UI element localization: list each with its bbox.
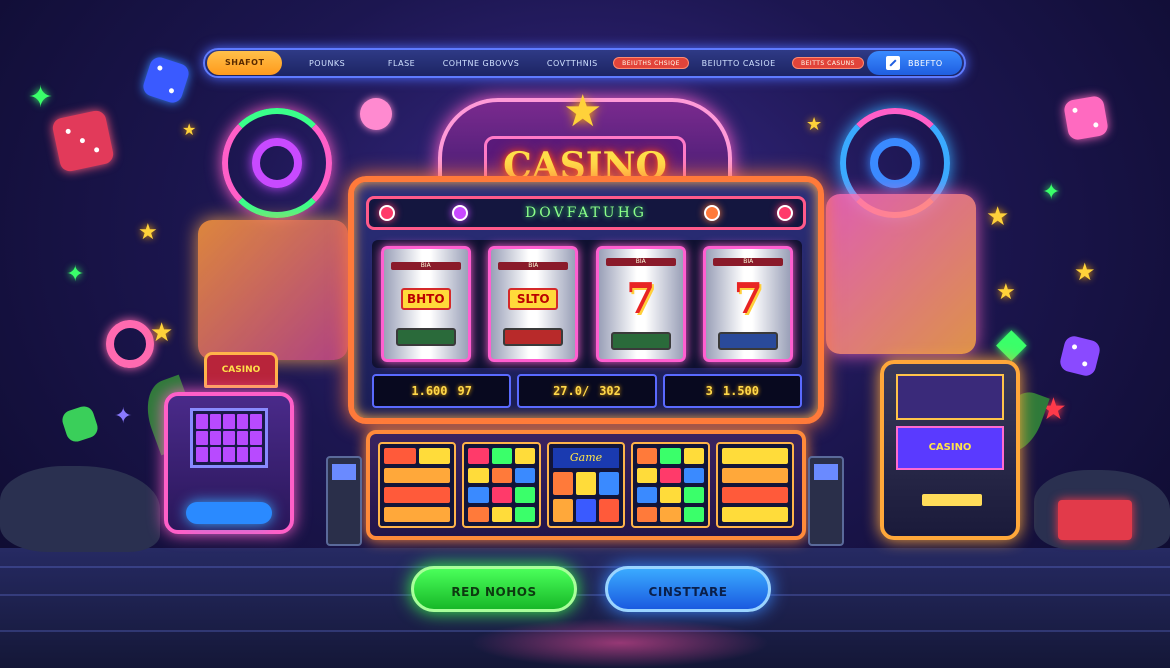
floor — [0, 548, 1170, 668]
nav-item[interactable]: COHTNE GBOVVS — [431, 59, 530, 68]
counter-value: 27.0/ — [553, 384, 590, 398]
reel-bottom-symbol — [503, 328, 564, 346]
reel-bottom-symbol — [610, 331, 671, 350]
counter-value: 1.500 — [722, 384, 759, 398]
nav-badge[interactable]: BEITTS CASUNS — [792, 57, 864, 69]
nav-item[interactable]: COVTTHNIS — [531, 59, 614, 68]
light-icon — [703, 205, 720, 221]
side-machine-screen — [896, 374, 1004, 420]
nav-badge[interactable]: BEIUTHS CHSIQE — [613, 57, 689, 69]
reel-symbol: SLTO — [508, 288, 559, 310]
edit-icon — [886, 56, 900, 70]
dice-icon — [59, 403, 101, 445]
neon-ring-left — [106, 320, 154, 368]
symbol-grid-left[interactable] — [462, 442, 541, 528]
counter-win: 3 1.500 — [662, 374, 802, 408]
reel-window: BIA BHTO BIA SLTO BIA 7 BIA 7 — [372, 240, 802, 368]
nav-badge-wrap: BEIUTHS CHSIQE — [613, 57, 689, 69]
star-icon: ★ — [1074, 258, 1096, 286]
star-icon: ★ — [806, 114, 823, 135]
star-icon: ✦ — [1042, 180, 1061, 205]
star-icon: ★ — [150, 318, 174, 348]
top-nav: SHAFOT POUNKS FLASE COHTNE GBOVVS COVTTH… — [203, 48, 966, 78]
dice-icon — [1058, 334, 1102, 378]
neon-swirl-left-inner — [252, 138, 302, 188]
primary-action-button[interactable]: RED NOHOS — [411, 566, 577, 612]
light-icon — [777, 205, 793, 221]
counter-value: 97 — [457, 384, 472, 398]
counter-row: 1.600 97 27.0/ 302 3 1.500 — [372, 374, 802, 408]
nav-item[interactable]: POUNKS — [282, 59, 371, 68]
coin-slot — [922, 494, 982, 506]
reel: BIA 7 — [703, 246, 794, 362]
reel: BIA SLTO — [488, 246, 579, 362]
paytable-left[interactable] — [378, 442, 457, 528]
counter-value: 302 — [599, 384, 621, 398]
dice-icon — [360, 98, 392, 130]
star-icon: ★ — [563, 86, 603, 137]
kiosk — [326, 456, 362, 546]
machine-subtitle: DOVFATUHG — [525, 205, 647, 221]
light-icon — [379, 205, 395, 221]
decor-wheel-right — [826, 194, 976, 354]
reel-bottom-symbol — [395, 328, 456, 346]
nav-badge-wrap: BEITTS CASUNS — [789, 57, 866, 69]
reel-bottom-symbol — [718, 331, 779, 350]
counter-value: 1.600 — [411, 384, 448, 398]
side-machine-pad — [186, 502, 272, 524]
counter-credit: 1.600 97 — [372, 374, 512, 408]
gift-box — [1058, 500, 1132, 540]
game-panel[interactable]: Game — [546, 442, 626, 528]
nav-item[interactable]: FLASE — [372, 59, 432, 68]
dice-icon — [1062, 94, 1110, 142]
decor-wheel-left — [198, 220, 348, 360]
star-icon: ★ — [182, 120, 197, 139]
star-icon: ✦ — [114, 404, 133, 429]
paytable-right[interactable] — [715, 442, 795, 528]
reel-symbol: 7 — [626, 273, 656, 323]
machine-header: DOVFATUHG — [366, 196, 806, 230]
neon-swirl-right-inner — [870, 138, 920, 188]
star-icon: ★ — [138, 220, 158, 245]
kiosk — [808, 456, 844, 546]
nav-account-button[interactable]: BBEFTO — [866, 51, 962, 75]
game-panel-label: Game — [552, 448, 620, 468]
star-icon: ✦ — [66, 262, 85, 287]
secondary-action-button[interactable]: CINSTTARE — [605, 566, 771, 612]
reel-symbol: 7 — [733, 273, 763, 323]
side-machine-left[interactable] — [164, 392, 294, 534]
counter-bet: 27.0/ 302 — [517, 374, 657, 408]
star-icon: ★ — [996, 280, 1016, 305]
dice-icon — [140, 54, 192, 106]
counter-value: 3 — [705, 384, 713, 398]
reel-top-symbol: BIA — [498, 262, 569, 270]
symbol-grid-right[interactable] — [631, 442, 710, 528]
dice-icon — [50, 108, 116, 174]
reel-top-symbol: BIA — [605, 258, 676, 267]
nav-account-label: BBEFTO — [908, 58, 943, 68]
rock — [0, 466, 160, 552]
reel: BIA 7 — [595, 246, 686, 362]
side-machine-screen — [190, 408, 268, 468]
reel-top-symbol: BIA — [390, 262, 461, 270]
reel-symbol: BHTO — [400, 288, 451, 310]
side-machine-sign: CASINO — [204, 352, 278, 388]
control-deck: Game — [366, 430, 806, 540]
star-icon: ★ — [986, 202, 1010, 232]
light-icon — [452, 205, 469, 221]
nav-item[interactable]: BEIUTTO CASIOE — [688, 59, 789, 68]
reel-top-symbol: BIA — [713, 258, 784, 267]
side-machine-right[interactable]: CASINO — [880, 360, 1020, 540]
side-machine-screen-label: CASINO — [896, 426, 1004, 470]
reel: BIA BHTO — [380, 246, 471, 362]
star-icon: ✦ — [28, 80, 54, 115]
nav-home[interactable]: SHAFOT — [207, 51, 283, 75]
